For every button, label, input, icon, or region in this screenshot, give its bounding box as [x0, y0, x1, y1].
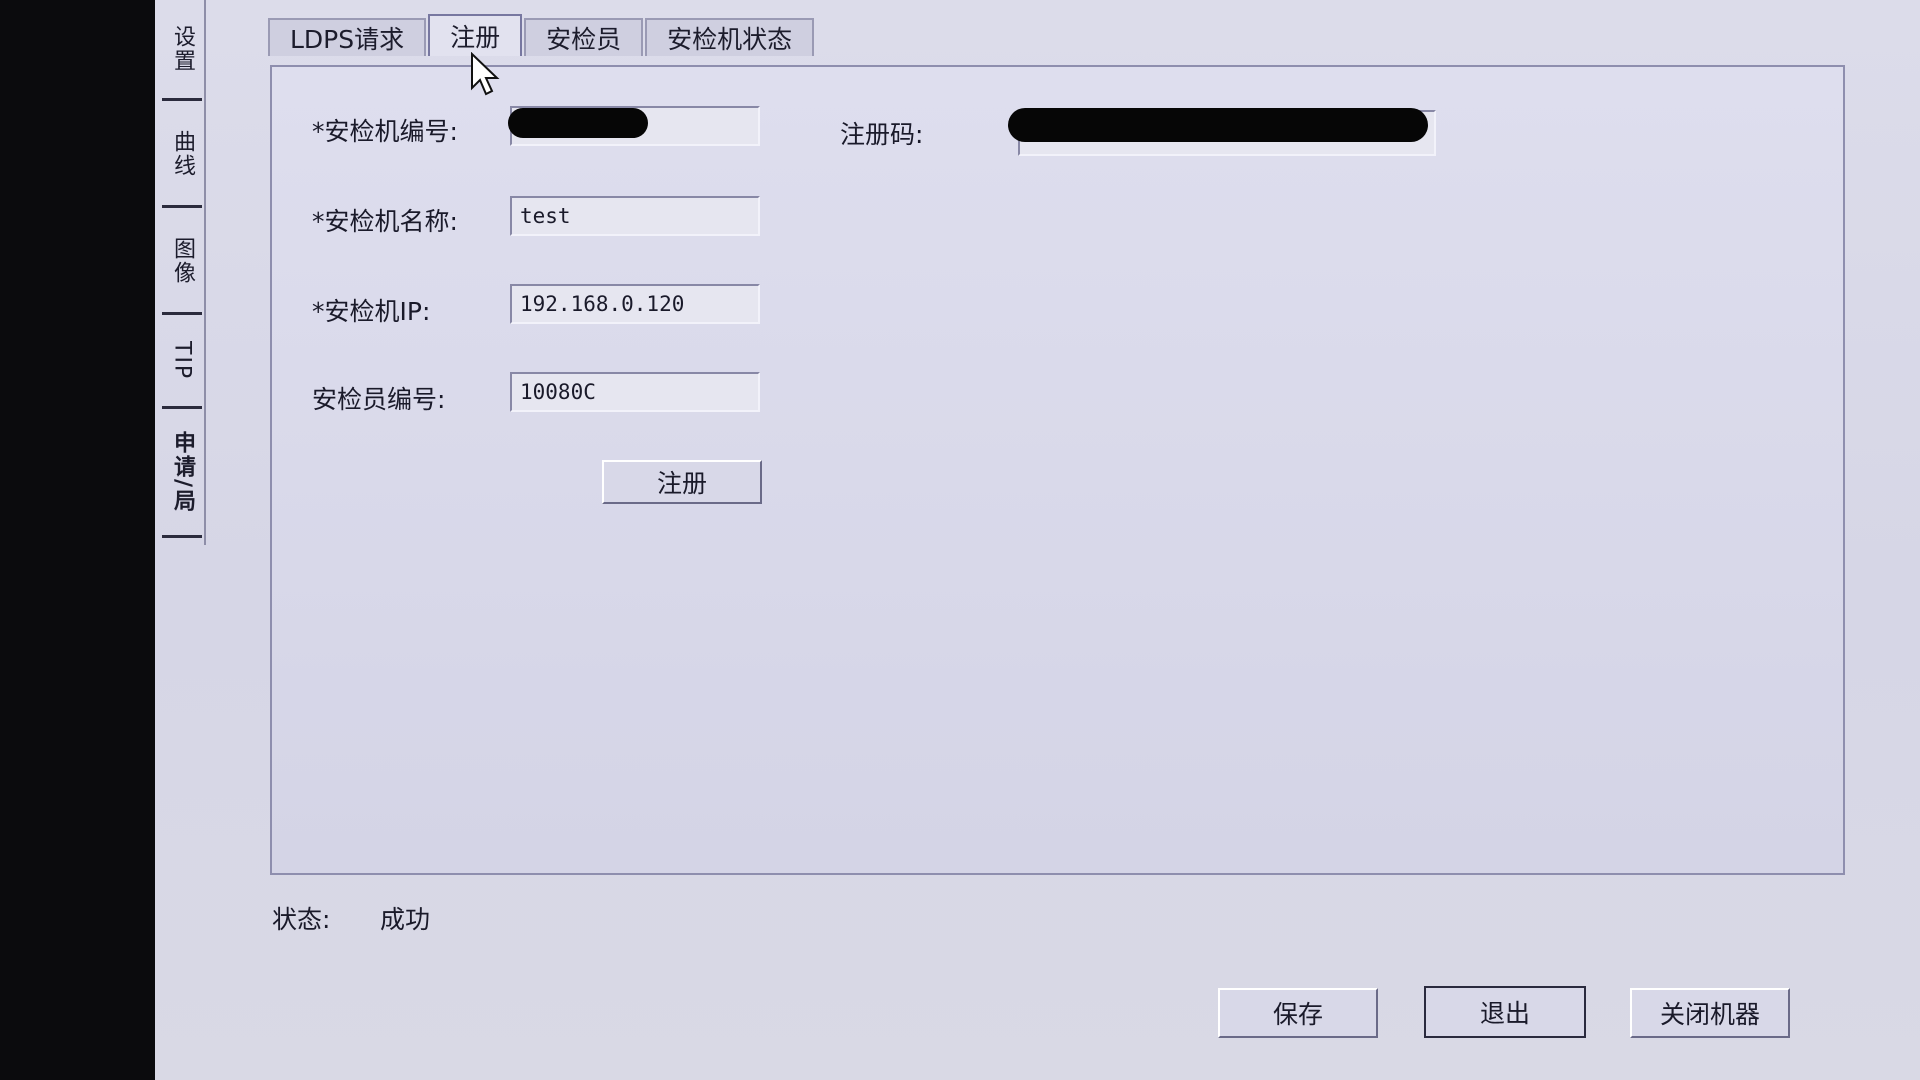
tab-register[interactable]: 注册	[428, 14, 523, 56]
save-button[interactable]: 保存	[1218, 988, 1378, 1038]
machine-id-label: *安检机编号:	[312, 117, 458, 146]
redaction-mark	[1008, 108, 1428, 142]
tab-machine-status[interactable]: 安检机状态	[645, 18, 815, 56]
machine-name-field[interactable]: test	[510, 196, 760, 236]
side-tab-tip[interactable]: TIP	[162, 316, 202, 409]
inspector-id-field[interactable]: 10080C	[510, 372, 760, 412]
side-tab-settings[interactable]: 设置	[162, 0, 202, 101]
inspector-id-label: 安检员编号:	[312, 385, 446, 414]
register-button[interactable]: 注册	[602, 460, 762, 504]
side-tab-application[interactable]: 申请/局	[162, 410, 202, 538]
tab-inspector[interactable]: 安检员	[524, 18, 644, 56]
top-tab-bar: LDPS请求 注册 安检员 安检机状态	[268, 14, 816, 58]
side-tab-bar: 设置 曲线 图像 TIP 申请/局	[162, 0, 206, 545]
machine-ip-field[interactable]: 192.168.0.120	[510, 284, 760, 324]
mouse-cursor-icon	[471, 52, 500, 96]
redaction-mark	[508, 108, 648, 138]
side-tab-curve[interactable]: 曲线	[162, 102, 202, 208]
registration-code-label: 注册码:	[840, 120, 924, 149]
exit-button[interactable]: 退出	[1424, 986, 1586, 1038]
register-panel	[270, 65, 1845, 875]
status-value: 成功	[380, 905, 431, 934]
machine-name-label: *安检机名称:	[312, 207, 458, 236]
tab-ldps-request[interactable]: LDPS请求	[268, 18, 427, 56]
side-tab-image[interactable]: 图像	[162, 209, 202, 315]
machine-ip-label: *安检机IP:	[312, 297, 431, 326]
shutdown-button[interactable]: 关闭机器	[1630, 988, 1790, 1038]
status-label: 状态:	[272, 905, 331, 934]
